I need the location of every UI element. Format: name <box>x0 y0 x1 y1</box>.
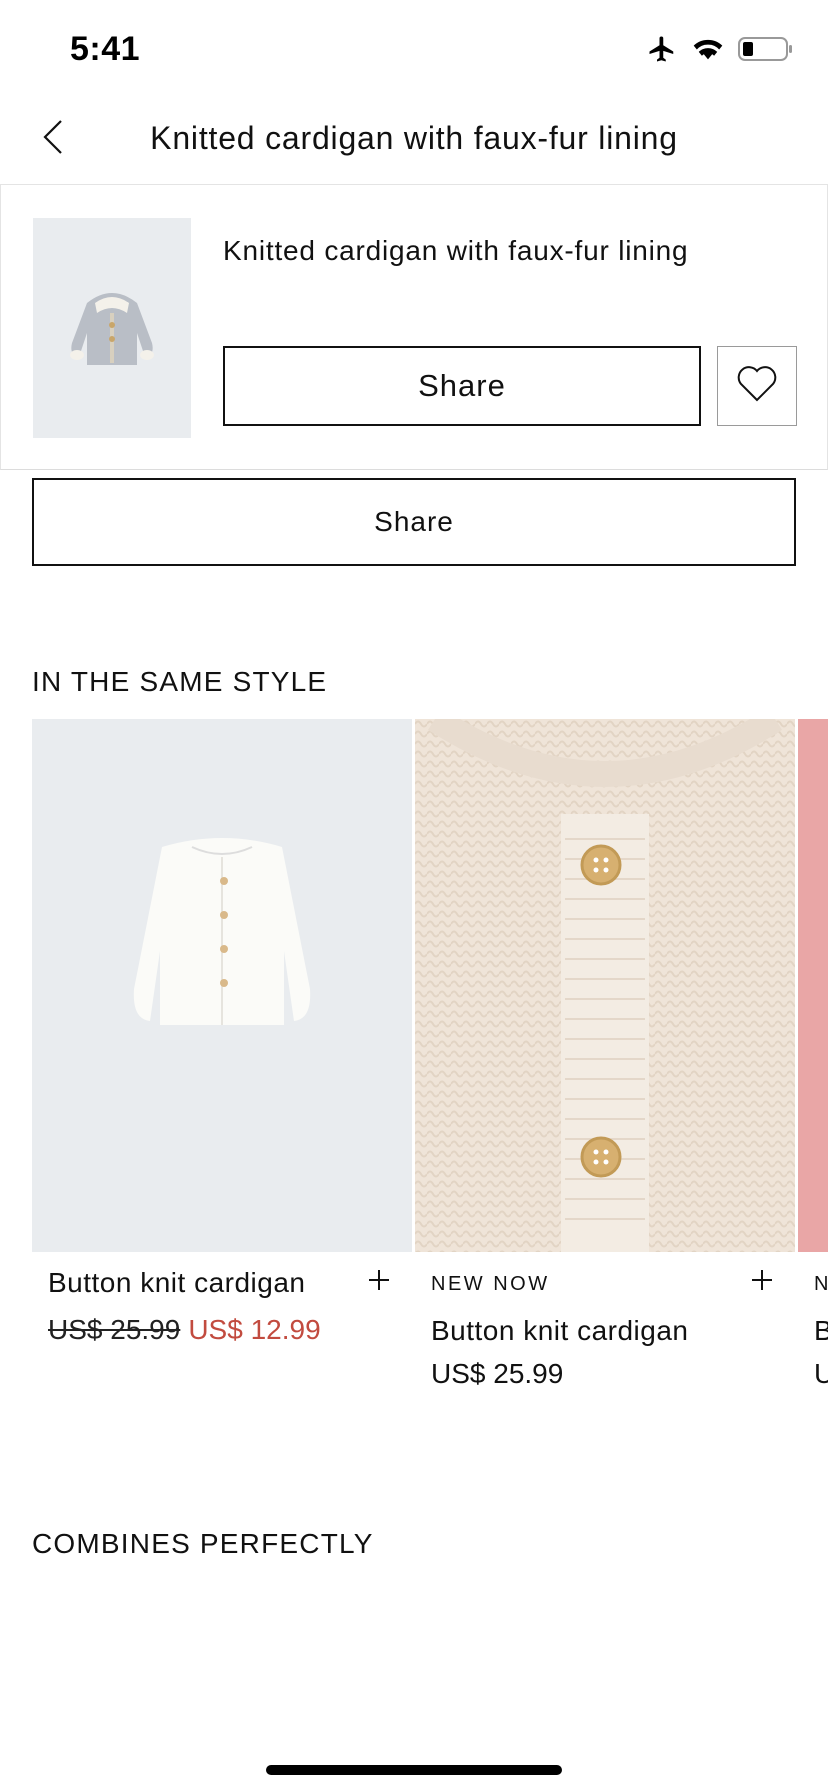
price: US$ 25.99 <box>431 1358 564 1389</box>
product-name: Button knit cardigan <box>48 1267 306 1298</box>
heart-icon <box>736 365 778 408</box>
wifi-icon <box>692 36 724 62</box>
status-time: 5:41 <box>70 30 141 68</box>
product-name: B <box>814 1315 828 1346</box>
original-price: US$ 25.99 <box>48 1314 181 1345</box>
favorite-button[interactable] <box>717 346 797 426</box>
add-to-bag-button[interactable] <box>356 1259 402 1305</box>
add-to-bag-button[interactable] <box>739 1259 785 1305</box>
plus-icon <box>367 1268 391 1297</box>
product-card[interactable]: N B U <box>798 719 828 1419</box>
product-card[interactable]: NEW NOW Button knit cardigan US$ 25.99 <box>415 719 795 1419</box>
product-thumbnail[interactable] <box>33 218 191 438</box>
section-title-combines: COMBINES PERFECTLY <box>32 1528 374 1559</box>
status-icons <box>646 34 794 64</box>
product-card[interactable]: Button knit cardigan US$ 25.99 US$ 12.99 <box>32 719 412 1419</box>
status-bar: 5:41 <box>0 0 828 100</box>
plus-icon <box>750 1268 774 1297</box>
new-badge: NEW NOW <box>431 1273 550 1295</box>
product-image <box>798 719 828 1252</box>
battery-icon <box>738 36 794 62</box>
sale-price: US$ 12.99 <box>188 1314 321 1345</box>
home-indicator[interactable] <box>266 1765 562 1775</box>
price: U <box>814 1358 828 1389</box>
product-name: Button knit cardigan <box>431 1315 689 1346</box>
product-image <box>32 719 412 1252</box>
navigation-bar: Knitted cardigan with faux-fur lining <box>0 100 828 184</box>
product-name: Knitted cardigan with faux-fur lining <box>223 235 689 266</box>
jacket-image <box>70 293 154 365</box>
same-style-carousel[interactable]: Button knit cardigan US$ 25.99US$ 12.99 <box>32 719 828 1419</box>
share-button[interactable]: Share <box>223 346 701 426</box>
page-title: Knitted cardigan with faux-fur lining <box>150 120 678 156</box>
product-summary-card: Knitted cardigan with faux-fur lining Sh… <box>0 184 828 470</box>
share-button-large[interactable]: Share <box>32 478 796 566</box>
airplane-icon <box>646 34 678 64</box>
section-title-same-style: IN THE SAME STYLE <box>32 666 328 697</box>
new-badge: N <box>814 1273 828 1295</box>
product-image <box>415 719 795 1252</box>
price-row: US$ 25.99 US$ 12.99 <box>48 1314 321 1346</box>
